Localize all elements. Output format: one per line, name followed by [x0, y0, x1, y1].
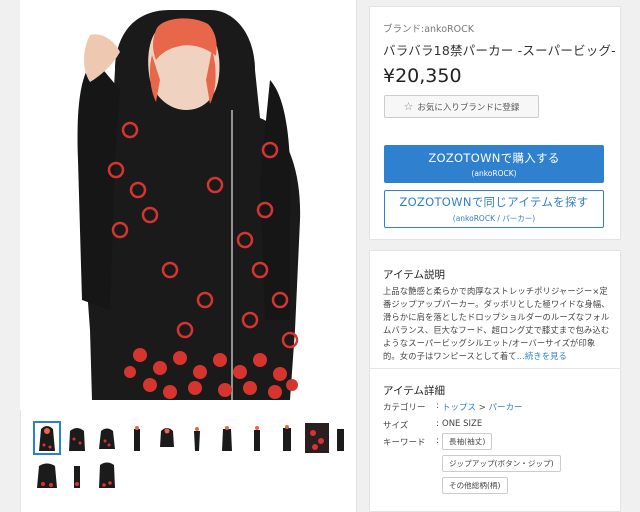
thumbnail-7[interactable] — [215, 423, 239, 453]
read-more-link[interactable]: ...続きを見る — [517, 351, 567, 361]
thumbnail-2[interactable] — [65, 423, 89, 453]
thumbnail-10[interactable] — [305, 423, 329, 453]
product-info-card: ブランド:ankoROCK バラバラ18禁パーカー -スーパービッグ- ¥20,… — [369, 6, 621, 240]
category-colon: : — [436, 401, 439, 411]
category-child-link[interactable]: パーカー — [489, 403, 523, 413]
keyword-label: キーワード — [383, 438, 426, 448]
thumbnail-4[interactable] — [125, 423, 149, 453]
category-value: トップス > パーカー — [442, 401, 523, 413]
section-divider — [370, 368, 620, 369]
keyword-tag-pattern[interactable]: その他総柄(柄) — [442, 477, 508, 494]
size-colon: : — [436, 419, 439, 429]
thumbnail-13[interactable] — [65, 460, 89, 490]
star-icon: ☆ — [403, 100, 414, 113]
keyword-tag-sleeve[interactable]: 長袖(袖丈) — [442, 433, 493, 450]
keyword-tag-zip[interactable]: ジップアップ(ボタン・ジップ) — [442, 455, 561, 472]
details-title: アイテム詳細 — [383, 385, 445, 397]
main-product-image[interactable] — [20, 0, 336, 410]
size-label: サイズ — [383, 421, 409, 431]
thumbnail-9[interactable] — [275, 423, 299, 453]
item-description-card: アイテム説明 上品な艶感と柔らかで肉厚なストレッチポリジャージー×定番ジップアッ… — [369, 250, 621, 512]
brand-label[interactable]: ブランド:ankoROCK — [383, 21, 474, 35]
buy-on-zozotown-button[interactable]: ZOZOTOWNで購入する (ankoROCK) — [384, 145, 604, 183]
buy-button-sublabel: (ankoROCK) — [471, 169, 517, 178]
keyword-colon: : — [436, 436, 439, 446]
thumbnail-6[interactable] — [185, 423, 209, 453]
description-text: 上品な艶感と柔らかで肉厚なストレッチポリジャージー×定番ジップアップパーカー。ダ… — [383, 285, 611, 363]
size-value: ONE SIZE — [442, 419, 483, 429]
buy-button-label: ZOZOTOWNで購入する — [428, 151, 560, 165]
thumbnail-12[interactable] — [35, 460, 59, 490]
search-button-sublabel: (ankoROCK / パーカー) — [452, 214, 536, 223]
favorite-brand-button[interactable]: ☆ お気に入りブランドに登録 — [384, 95, 539, 118]
search-button-label: ZOZOTOWNで同じアイテムを探す — [399, 195, 589, 209]
thumbnail-1[interactable] — [33, 421, 61, 455]
product-price: ¥20,350 — [383, 65, 462, 87]
product-title: バラバラ18禁パーカー -スーパービッグ- — [383, 43, 616, 58]
thumbnail-5[interactable] — [155, 423, 179, 453]
description-title: アイテム説明 — [383, 269, 445, 281]
thumbnail-3[interactable] — [95, 423, 119, 453]
favorite-brand-label: お気に入りブランドに登録 — [417, 102, 520, 113]
category-label: カテゴリー — [383, 403, 426, 413]
thumbnail-11[interactable] — [335, 423, 345, 453]
thumbnail-8[interactable] — [245, 423, 269, 453]
description-body: 上品な艶感と柔らかで肉厚なストレッチポリジャージー×定番ジップアップパーカー。ダ… — [383, 286, 610, 361]
thumbnail-14[interactable] — [95, 460, 119, 490]
category-separator: > — [478, 403, 486, 413]
search-similar-button[interactable]: ZOZOTOWNで同じアイテムを探す (ankoROCK / パーカー) — [384, 190, 604, 228]
category-parent-link[interactable]: トップス — [442, 403, 476, 413]
